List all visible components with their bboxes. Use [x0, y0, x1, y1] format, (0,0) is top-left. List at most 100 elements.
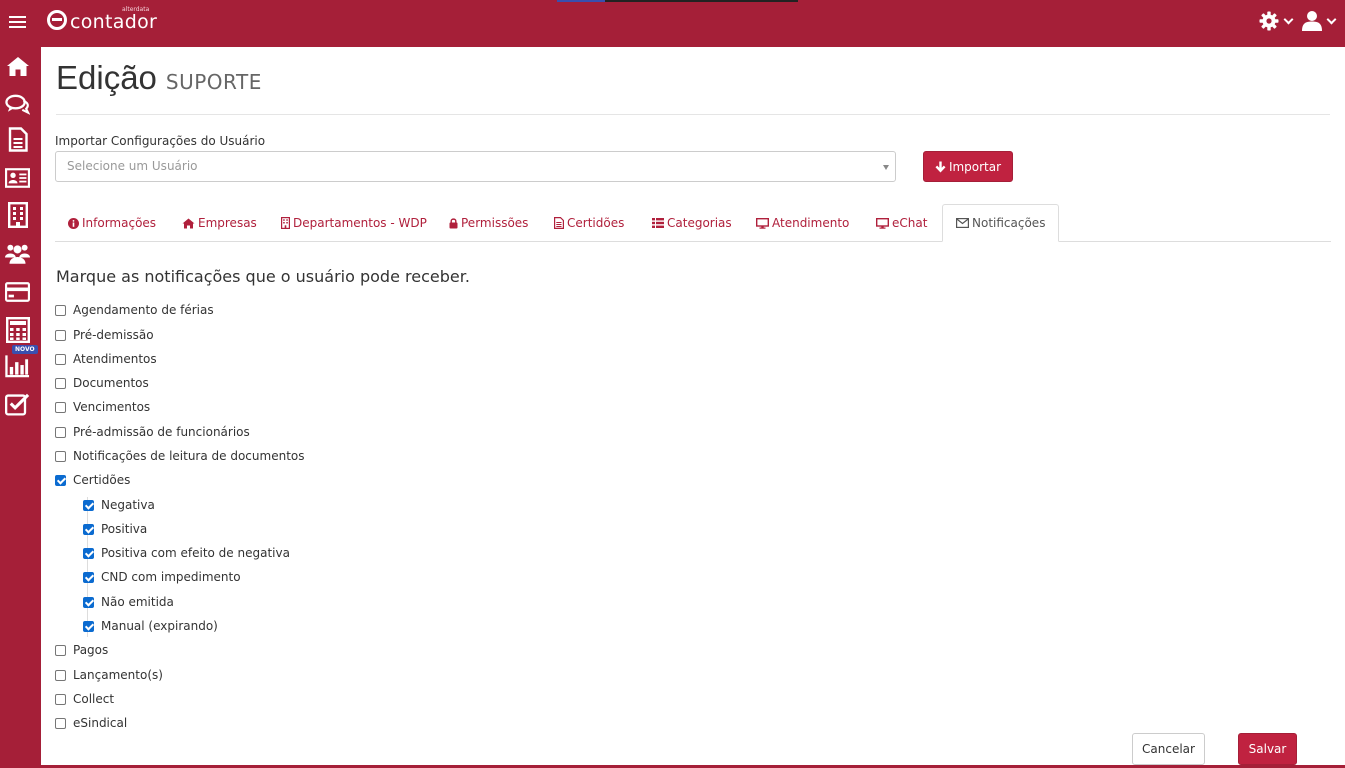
option-label: Pré-demissão — [73, 328, 154, 342]
chevron-down-icon — [1326, 14, 1337, 24]
notification-option[interactable]: Vencimentos — [55, 400, 150, 414]
list-icon — [652, 218, 664, 228]
sidebar: NOVO — [0, 47, 41, 768]
sidebar-item-calculator[interactable] — [5, 316, 30, 343]
tab-label: Categorias — [667, 216, 732, 230]
checkbox-icon — [5, 393, 30, 416]
sidebar-item-documents[interactable] — [5, 127, 30, 152]
sidebar-item-chat[interactable] — [5, 91, 30, 116]
sidebar-item-reports[interactable] — [5, 353, 30, 378]
save-button[interactable]: Salvar — [1238, 733, 1297, 765]
notification-option[interactable]: Atendimentos — [55, 352, 157, 366]
cancel-button[interactable]: Cancelar — [1132, 733, 1205, 765]
checkbox[interactable] — [55, 669, 66, 681]
checkbox-checked[interactable] — [83, 620, 94, 632]
checkbox[interactable] — [55, 644, 66, 656]
notification-suboption[interactable]: Manual (expirando) — [83, 619, 218, 633]
menu-toggle-icon[interactable] — [9, 16, 26, 29]
notification-suboption[interactable]: Negativa — [83, 498, 155, 512]
checkbox[interactable] — [55, 401, 66, 413]
notification-suboption[interactable]: CND com impedimento — [83, 570, 241, 584]
option-label: Documentos — [73, 376, 149, 390]
tab-informacoes[interactable]: Informações — [55, 204, 169, 242]
tab-label: Certidões — [567, 216, 625, 230]
checkbox-checked[interactable] — [83, 547, 94, 559]
info-circle-icon — [68, 217, 79, 229]
document-icon — [8, 127, 28, 152]
option-label: Negativa — [101, 498, 155, 512]
checkbox-checked[interactable] — [83, 596, 94, 608]
notification-option[interactable]: Agendamento de férias — [55, 303, 214, 317]
notification-option[interactable]: Documentos — [55, 376, 149, 390]
import-button[interactable]: Importar — [923, 151, 1013, 182]
page-title: Edição SUPORTE — [56, 59, 262, 97]
checkbox-checked[interactable] — [83, 523, 94, 535]
checkbox[interactable] — [55, 426, 66, 438]
nested-group-line — [87, 497, 88, 637]
user-select-placeholder: Selecione um Usuário — [67, 159, 198, 173]
tab-label: Departamentos - WDP — [293, 216, 427, 230]
checkbox[interactable] — [55, 693, 66, 705]
checkbox[interactable] — [55, 450, 66, 462]
sidebar-item-tasks[interactable] — [5, 391, 30, 416]
notification-suboption[interactable]: Positiva com efeito de negativa — [83, 546, 290, 560]
top-decoration-dark — [605, 0, 798, 2]
checkbox[interactable] — [55, 304, 66, 316]
notification-option[interactable]: Pré-demissão — [55, 328, 154, 342]
page-subtitle: SUPORTE — [165, 70, 262, 94]
checkbox[interactable] — [55, 353, 66, 365]
file-text-icon — [554, 217, 564, 229]
option-label: Collect — [73, 692, 115, 706]
contact-card-icon — [5, 167, 30, 188]
tab-permissoes[interactable]: Permissões — [436, 204, 541, 242]
option-label: Agendamento de férias — [73, 303, 214, 317]
notification-option[interactable]: Collect — [55, 692, 114, 706]
checkbox-checked[interactable] — [83, 571, 94, 583]
sidebar-item-home[interactable] — [5, 53, 30, 78]
tab-atendimento[interactable]: Atendimento — [743, 204, 862, 242]
tab-label: Informações — [82, 216, 157, 230]
option-label: Atendimentos — [73, 352, 157, 366]
tab-bar: Informações Empresas Departamentos - WDP… — [55, 204, 1331, 242]
tab-label: Atendimento — [772, 216, 850, 230]
tab-categorias[interactable]: Categorias — [639, 204, 745, 242]
top-bar: contador alterdata — [0, 0, 1345, 47]
sidebar-item-payments[interactable] — [5, 279, 30, 304]
sidebar-item-users[interactable] — [5, 240, 30, 265]
tab-certidoes[interactable]: Certidões — [541, 204, 637, 242]
tab-empresas[interactable]: Empresas — [169, 204, 270, 242]
notification-option[interactable]: eSindical — [55, 716, 127, 730]
checkbox[interactable] — [55, 329, 66, 341]
notification-option[interactable]: Pagos — [55, 643, 108, 657]
main-content: Edição SUPORTE Importar Configurações do… — [41, 47, 1345, 765]
option-label: Lançamento(s) — [73, 668, 163, 682]
notification-suboption[interactable]: Não emitida — [83, 595, 174, 609]
checkbox[interactable] — [55, 377, 66, 389]
notification-option[interactable]: Notificações de leitura de documentos — [55, 449, 305, 463]
checkbox[interactable] — [55, 717, 66, 729]
app-logo[interactable]: contador alterdata — [47, 6, 157, 33]
notification-option[interactable]: Lançamento(s) — [55, 668, 163, 682]
checkbox-checked[interactable] — [55, 474, 66, 486]
monitor-icon — [876, 217, 889, 229]
tab-label: Notificações — [972, 216, 1046, 230]
tab-echat[interactable]: eChat — [863, 204, 940, 242]
notifications-question: Marque as notificações que o usuário pod… — [56, 267, 470, 286]
user-menu[interactable] — [1302, 10, 1337, 32]
sidebar-item-companies[interactable] — [5, 201, 30, 228]
logo-e-icon — [47, 10, 67, 30]
checkbox-checked[interactable] — [83, 499, 94, 511]
tab-departamentos[interactable]: Departamentos - WDP — [268, 204, 440, 242]
sidebar-item-contacts[interactable] — [5, 165, 30, 190]
notification-suboption[interactable]: Positiva — [83, 522, 147, 536]
tab-label: Permissões — [461, 216, 529, 230]
notification-option[interactable]: Certidões — [55, 473, 130, 487]
credit-card-icon — [5, 281, 30, 302]
monitor-icon — [756, 217, 769, 229]
arrow-down-icon — [935, 161, 946, 172]
tab-notificacoes[interactable]: Notificações — [942, 204, 1060, 242]
building-icon — [7, 201, 28, 228]
notification-option[interactable]: Pré-admissão de funcionários — [55, 425, 250, 439]
settings-menu[interactable] — [1259, 11, 1294, 31]
user-select[interactable]: Selecione um Usuário — [55, 151, 896, 182]
